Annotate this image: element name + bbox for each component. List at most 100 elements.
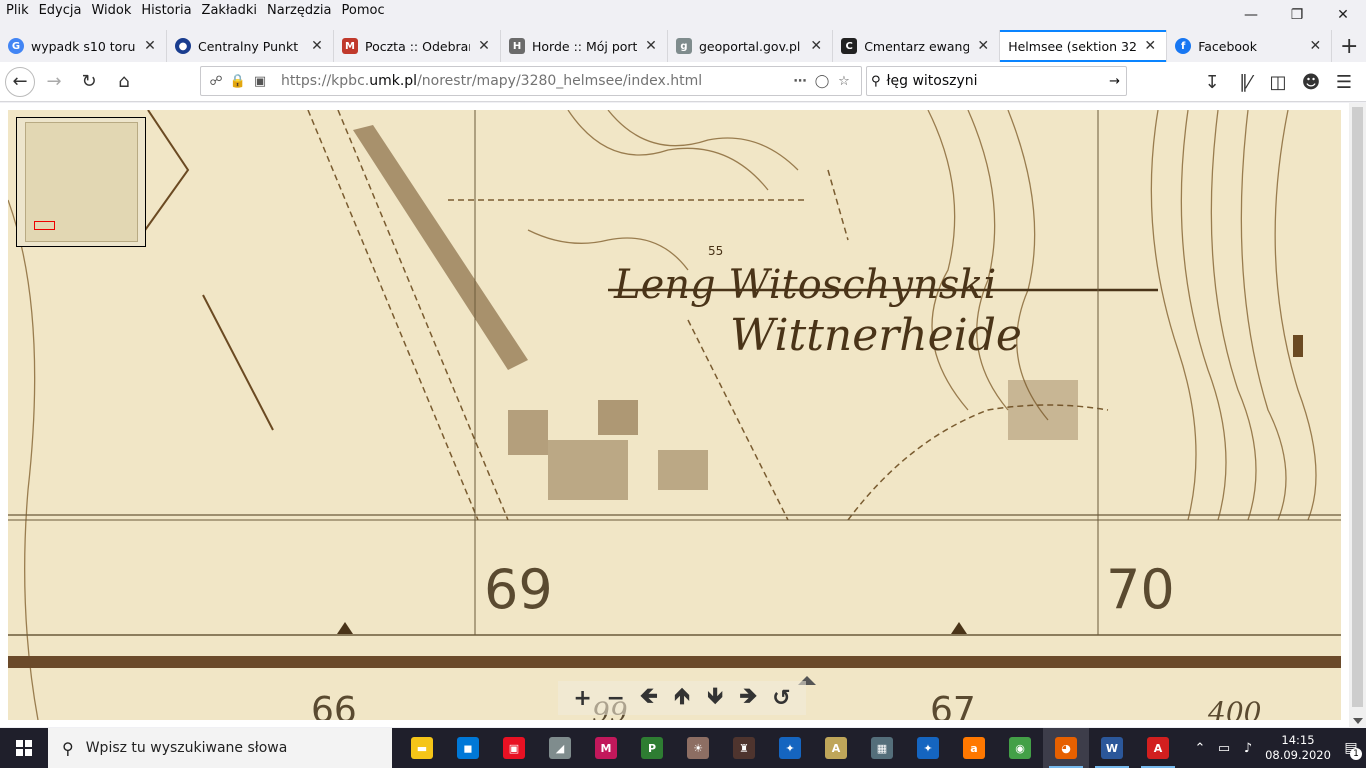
clock[interactable]: 14:15 08.09.2020: [1260, 733, 1336, 763]
pocket-icon[interactable]: ◯: [811, 70, 833, 92]
close-tab-icon[interactable]: ✕: [975, 38, 991, 54]
close-tab-icon[interactable]: ✕: [1307, 38, 1323, 54]
downloads-icon[interactable]: ↧: [1196, 66, 1228, 98]
close-tab-icon[interactable]: ✕: [643, 38, 659, 54]
tray-chevron-icon[interactable]: ⌃: [1188, 741, 1212, 756]
menu-narzedzia[interactable]: Narzędzia: [262, 0, 337, 22]
tab-poczta[interactable]: M Poczta :: Odebrane ✕: [334, 30, 501, 62]
pan-right-icon[interactable]: 🡺: [736, 679, 760, 717]
taskbar-app-file-explorer[interactable]: ▬: [399, 728, 445, 768]
volume-icon[interactable]: ♪: [1236, 741, 1260, 756]
zoom-out-icon[interactable]: −: [604, 686, 628, 711]
zoom-in-icon[interactable]: +: [571, 686, 595, 711]
notification-center-icon[interactable]: ▤ 1: [1336, 728, 1366, 768]
tab-cpl[interactable]: ● Centralny Punkt Log ✕: [167, 30, 334, 62]
map-viewer[interactable]: Leng Witoschynski Wittnerheide 55 69 70 …: [8, 110, 1341, 720]
overview-viewport-marker[interactable]: [34, 221, 55, 230]
url-bar[interactable]: ☍ 🔒 ▣ https://kpbc.umk.pl/norestr/mapy/3…: [200, 66, 862, 96]
taskbar-app-calculator[interactable]: ▦: [859, 728, 905, 768]
url-text[interactable]: https://kpbc.umk.pl/norestr/mapy/3280_he…: [281, 73, 789, 89]
taskbar-app-scanner-app[interactable]: ◢: [537, 728, 583, 768]
back-button[interactable]: ←: [5, 66, 35, 97]
taskbar-app-avast[interactable]: a: [951, 728, 997, 768]
menu-hamburger-icon[interactable]: ☰: [1328, 66, 1360, 98]
library-icon[interactable]: ∥⁄: [1229, 66, 1261, 98]
taskbar-app-firefox[interactable]: ◕: [1043, 728, 1089, 768]
map-label-struck: Leng Witoschynski: [613, 262, 996, 308]
menu-zakladki[interactable]: Zakładki: [197, 0, 262, 22]
scroll-down-icon[interactable]: [1353, 718, 1363, 724]
home-button[interactable]: ⌂: [108, 66, 140, 98]
taskbar-app-tv-app[interactable]: ◉: [997, 728, 1043, 768]
minimize-button[interactable]: —: [1228, 0, 1274, 30]
network-icon[interactable]: ▭: [1212, 741, 1236, 756]
lock-icon[interactable]: 🔒: [227, 70, 249, 92]
menu-historia[interactable]: Historia: [136, 0, 196, 22]
taskbar-search[interactable]: ⚲ Wpisz tu wyszukiwane słowa: [48, 728, 392, 768]
pan-left-icon[interactable]: 🡸: [637, 679, 661, 717]
taskbar-app-game-app[interactable]: ♜: [721, 728, 767, 768]
close-tab-icon[interactable]: ✕: [1142, 38, 1158, 54]
scrollbar-thumb[interactable]: [1352, 107, 1363, 707]
vertical-scrollbar[interactable]: [1349, 103, 1366, 727]
menu-edycja[interactable]: Edycja: [34, 0, 87, 22]
tab-facebook[interactable]: f Facebook ✕: [1167, 30, 1333, 62]
file-explorer-icon: ▬: [411, 737, 433, 759]
menu-widok[interactable]: Widok: [86, 0, 136, 22]
start-button[interactable]: [0, 728, 48, 768]
tab-helmsee[interactable]: Helmsee (sektion 3280) ✕: [1000, 30, 1168, 62]
mail-icon: M: [342, 38, 358, 54]
taskbar-app-font-app[interactable]: A: [813, 728, 859, 768]
historical-map[interactable]: Leng Witoschynski Wittnerheide 55 69 70 …: [8, 110, 1341, 720]
close-tab-icon[interactable]: ✕: [476, 38, 492, 54]
taskbar-app-spreadsheet-app[interactable]: P: [629, 728, 675, 768]
grid-number-70: 70: [1106, 558, 1175, 621]
acrobat-icon: A: [1147, 737, 1169, 759]
search-bar[interactable]: ⚲ łęg witoszyni →: [866, 66, 1127, 96]
reload-button[interactable]: ↻: [73, 66, 105, 98]
tab-horde[interactable]: H Horde :: Mój portal ✕: [501, 30, 668, 62]
menu-pomoc[interactable]: Pomoc: [337, 0, 390, 22]
new-tab-button[interactable]: +: [1332, 30, 1366, 62]
sidebar-icon[interactable]: ◫: [1262, 66, 1294, 98]
cpl-globe-icon: ●: [175, 38, 191, 54]
taskbar-app-acrobat[interactable]: A: [1135, 728, 1181, 768]
taskbar-app-sun-app[interactable]: ☀: [675, 728, 721, 768]
taskbar-app-eagle-app[interactable]: ✦: [767, 728, 813, 768]
bookmark-star-icon[interactable]: ☆: [833, 70, 855, 92]
account-icon[interactable]: ☻: [1295, 66, 1327, 98]
sun-app-icon: ☀: [687, 737, 709, 759]
taskbar-app-gift-app[interactable]: ▣: [491, 728, 537, 768]
shield-icon[interactable]: ☍: [205, 70, 227, 92]
page-actions-icon[interactable]: ⋯: [789, 70, 811, 92]
close-tab-icon[interactable]: ✕: [142, 38, 158, 54]
restore-button[interactable]: ❐: [1274, 0, 1320, 30]
tab-strip: G wypadk s10 toruń - ✕ ● Centralny Punkt…: [0, 30, 1366, 62]
forward-button[interactable]: →: [38, 66, 70, 98]
toolbar-right: ↧ ∥⁄ ◫ ☻ ☰: [1195, 66, 1360, 98]
pan-down-icon[interactable]: 🡻: [703, 679, 727, 717]
avast-icon: a: [963, 737, 985, 759]
menu-plik[interactable]: Plik: [0, 0, 34, 22]
search-input[interactable]: łęg witoszyni: [881, 73, 1110, 89]
tab-wypadk[interactable]: G wypadk s10 toruń - ✕: [0, 30, 167, 62]
clock-date: 08.09.2020: [1265, 748, 1331, 762]
map-label-place: Wittnerheide: [730, 310, 1022, 361]
taskbar-app-word[interactable]: W: [1089, 728, 1135, 768]
map-overview-thumbnail[interactable]: [16, 117, 146, 247]
reset-view-icon[interactable]: ↺: [769, 686, 793, 711]
taskbar-app-eagle2-app[interactable]: ✦: [905, 728, 951, 768]
close-tab-icon[interactable]: ✕: [309, 38, 325, 54]
firefox-icon: ◕: [1055, 737, 1077, 759]
google-icon: G: [8, 38, 24, 54]
camera-permission-icon[interactable]: ▣: [249, 70, 271, 92]
tab-geoportal[interactable]: g geoportal.gov.pl ✕: [668, 30, 834, 62]
taskbar-app-mm-app[interactable]: M: [583, 728, 629, 768]
tab-cmentarz[interactable]: C Cmentarz ewangelic ✕: [833, 30, 1001, 62]
close-window-button[interactable]: ✕: [1320, 0, 1366, 30]
close-tab-icon[interactable]: ✕: [808, 38, 824, 54]
search-go-icon[interactable]: →: [1109, 74, 1120, 89]
pan-up-icon[interactable]: 🡹: [670, 679, 694, 717]
taskbar-app-store[interactable]: ◼: [445, 728, 491, 768]
tab-title: wypadk s10 toruń -: [31, 38, 136, 54]
